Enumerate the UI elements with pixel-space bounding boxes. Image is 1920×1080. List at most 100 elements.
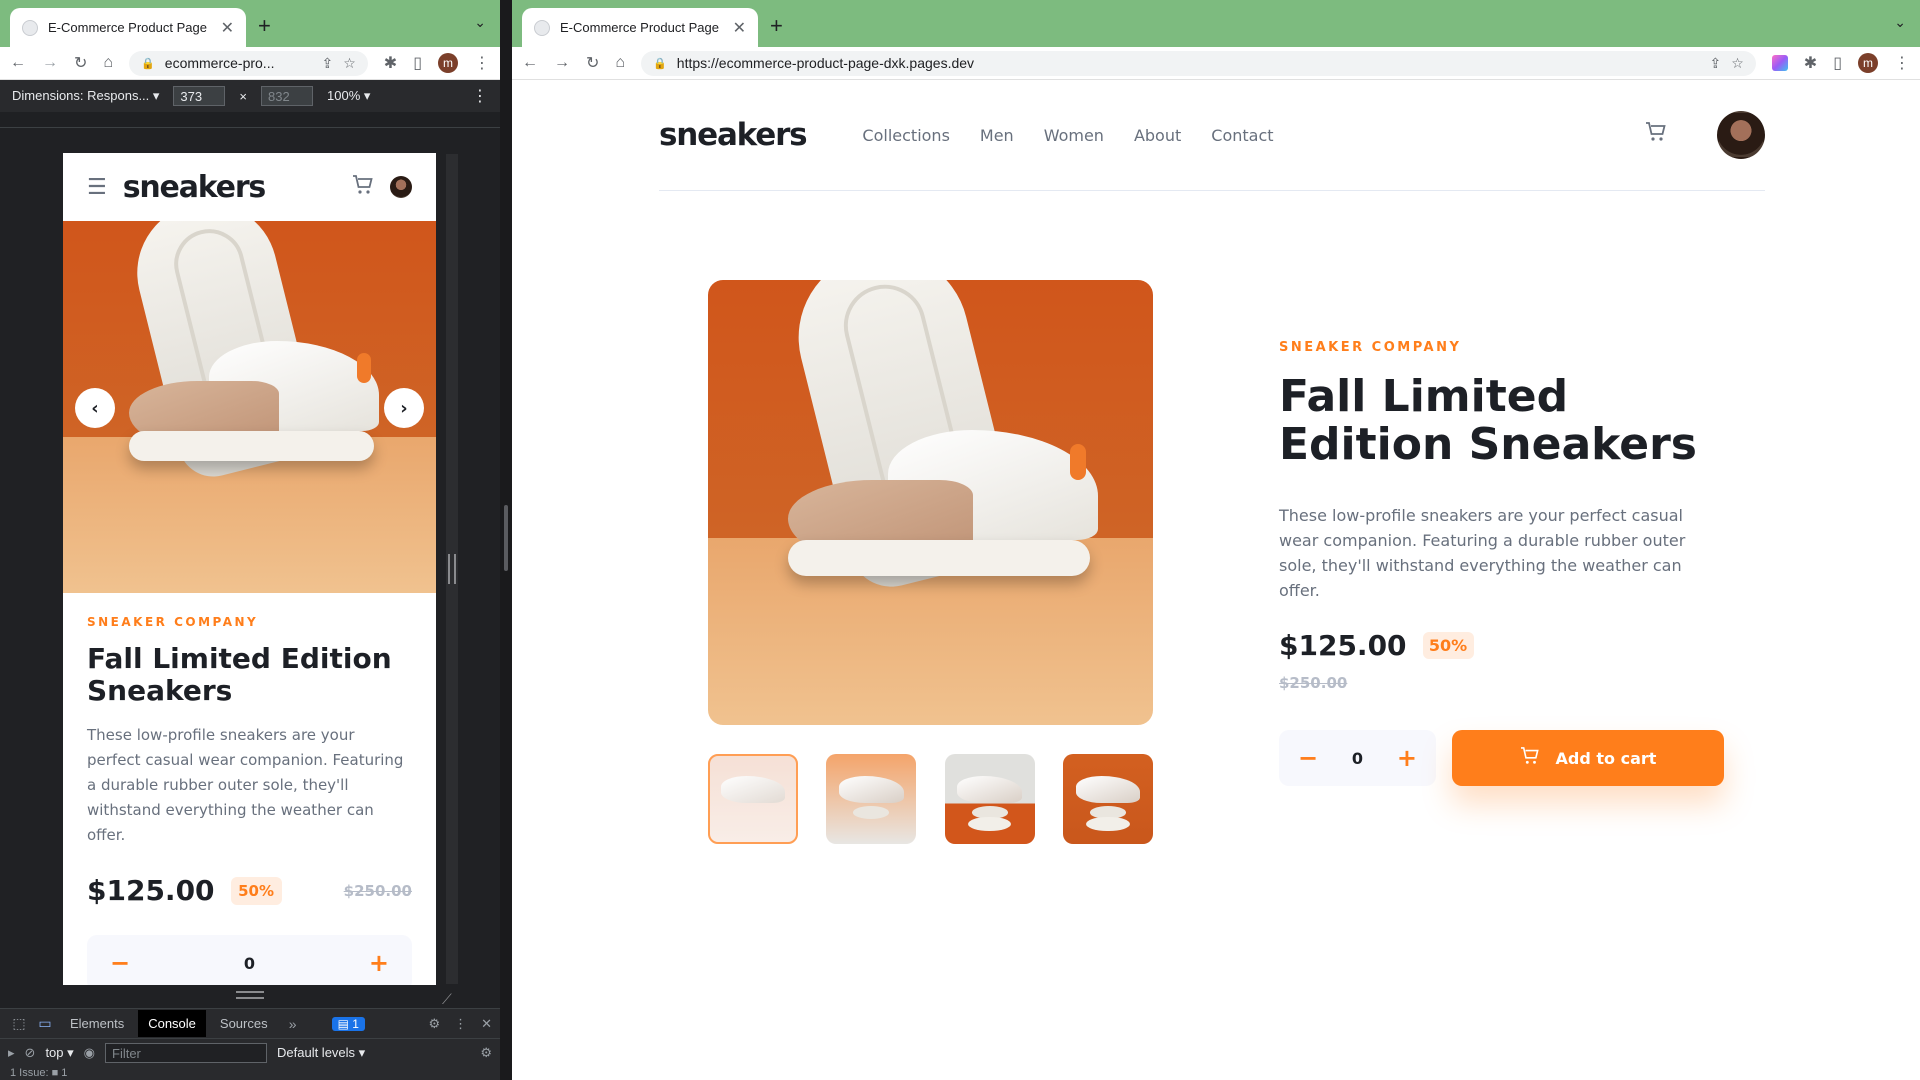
purchase-actions: − 0 + Add to cart xyxy=(1279,730,1724,786)
zoom-select[interactable]: 100% ▾ xyxy=(327,88,370,104)
profile-avatar[interactable]: m xyxy=(1858,53,1878,73)
quantity-stepper: − 0 + xyxy=(87,935,412,985)
corner-resize-handle[interactable]: ⟋ xyxy=(442,991,452,1008)
thumbnail-1[interactable] xyxy=(708,754,798,844)
more-tabs-icon[interactable]: » xyxy=(282,1016,304,1032)
forward-icon[interactable]: → xyxy=(42,54,58,72)
window-divider xyxy=(500,0,512,1080)
quantity-stepper: − 0 + xyxy=(1279,730,1436,786)
browser-tab[interactable]: E-Commerce Product Page ✕ xyxy=(10,8,246,47)
nav-about[interactable]: About xyxy=(1134,126,1181,145)
inspect-element-icon[interactable]: ⬚ xyxy=(8,1015,30,1032)
width-input[interactable]: 373 xyxy=(173,86,226,106)
address-bar[interactable]: 🔒 ecommerce-pro... ⇪ ☆ xyxy=(129,50,368,76)
close-tab-icon[interactable]: ✕ xyxy=(733,18,746,38)
devtools-panel: ⬚ ▭ Elements Console Sources » ▤ 1 ⚙ ⋮ ✕… xyxy=(0,1008,500,1080)
clear-console-icon[interactable]: ⊘ xyxy=(25,1045,36,1061)
decrease-quantity-button[interactable]: − xyxy=(95,949,145,977)
product-main-image[interactable] xyxy=(708,280,1153,725)
console-settings-icon[interactable]: ⚙ xyxy=(480,1045,492,1061)
increase-quantity-button[interactable]: + xyxy=(1382,744,1432,772)
media-query-ruler xyxy=(0,112,500,128)
divider-grip[interactable] xyxy=(504,505,508,571)
device-toggle-icon[interactable]: ▭ xyxy=(34,1015,56,1032)
profile-avatar[interactable]: m xyxy=(438,53,458,73)
tab-sources[interactable]: Sources xyxy=(210,1010,278,1037)
nav-collections[interactable]: Collections xyxy=(862,126,949,145)
decrease-quantity-button[interactable]: − xyxy=(1283,744,1333,772)
thumbnail-3[interactable] xyxy=(944,754,1035,844)
favicon-icon xyxy=(534,19,550,36)
chevron-left-icon: ‹ xyxy=(91,397,99,419)
cart-icon[interactable] xyxy=(1645,122,1667,148)
extensions-icon[interactable]: ✱ xyxy=(1804,53,1817,73)
reload-icon[interactable]: ↻ xyxy=(586,53,599,73)
mobile-product-info: SNEAKER COMPANY Fall Limited Edition Sne… xyxy=(63,593,436,985)
increase-quantity-button[interactable]: + xyxy=(354,949,404,977)
messages-badge[interactable]: ▤ 1 xyxy=(331,1016,365,1031)
tab-elements[interactable]: Elements xyxy=(60,1010,134,1037)
product-description: These low-profile sneakers are your perf… xyxy=(87,726,404,844)
nav-men[interactable]: Men xyxy=(980,126,1014,145)
side-panel-icon[interactable]: ▯ xyxy=(413,53,422,73)
thumbnail-4[interactable] xyxy=(1062,754,1153,844)
height-input[interactable]: 832 xyxy=(261,86,314,106)
home-icon[interactable]: ⌂ xyxy=(103,54,113,72)
forward-icon[interactable]: → xyxy=(554,54,570,72)
cart-icon[interactable] xyxy=(352,174,374,200)
back-icon[interactable]: ← xyxy=(10,54,26,72)
home-icon[interactable]: ⌂ xyxy=(615,54,625,72)
add-to-cart-button[interactable]: Add to cart xyxy=(1452,730,1724,786)
tab-strip: E-Commerce Product Page ✕ + ⌄ xyxy=(512,0,1920,47)
company-label: SNEAKER COMPANY xyxy=(1279,340,1462,355)
device-more-icon[interactable]: ⋮ xyxy=(472,86,488,106)
original-price: $250.00 xyxy=(343,881,412,900)
devtools-menu-icon[interactable]: ⋮ xyxy=(454,1016,467,1032)
bookmark-star-icon[interactable]: ☆ xyxy=(1731,55,1744,72)
tab-search-icon[interactable]: ⌄ xyxy=(1894,14,1906,31)
reload-icon[interactable]: ↻ xyxy=(74,53,87,73)
previous-image-button[interactable]: ‹ xyxy=(75,388,115,428)
thumbnail-2[interactable] xyxy=(826,754,917,844)
share-icon[interactable]: ⇪ xyxy=(1709,55,1721,72)
next-image-button[interactable]: › xyxy=(384,388,424,428)
browser-menu-icon[interactable]: ⋮ xyxy=(474,53,490,73)
close-tab-icon[interactable]: ✕ xyxy=(221,18,234,38)
bookmark-star-icon[interactable]: ☆ xyxy=(343,55,356,72)
viewport-scrollbar[interactable] xyxy=(446,154,458,984)
share-icon[interactable]: ⇪ xyxy=(321,55,333,72)
dimensions-label: Dimensions: Respons... xyxy=(12,88,150,103)
new-tab-icon[interactable]: + xyxy=(258,13,271,39)
menu-icon[interactable]: ☰ xyxy=(87,175,107,200)
sidebar-toggle-icon[interactable]: ▸ xyxy=(8,1045,15,1061)
browser-tab[interactable]: E-Commerce Product Page ✕ xyxy=(522,8,758,47)
context-select[interactable]: top ▾ xyxy=(45,1045,73,1061)
user-avatar[interactable] xyxy=(390,176,412,198)
eye-icon[interactable]: ◉ xyxy=(84,1045,95,1061)
new-tab-icon[interactable]: + xyxy=(770,13,783,39)
issues-indicator[interactable]: 1 Issue: ■ 1 xyxy=(0,1067,500,1079)
settings-gear-icon[interactable]: ⚙ xyxy=(428,1016,440,1032)
browser-menu-icon[interactable]: ⋮ xyxy=(1894,53,1910,73)
user-avatar[interactable] xyxy=(1717,111,1765,159)
bottom-resize-handle[interactable] xyxy=(236,991,264,999)
resize-handle[interactable] xyxy=(448,554,456,584)
extension-icon[interactable] xyxy=(1771,55,1788,71)
dimensions-select[interactable]: Dimensions: Respons... ▾ xyxy=(12,88,159,104)
browser-toolbar: ← → ↻ ⌂ 🔒 ecommerce-pro... ⇪ ☆ ✱ ▯ m ⋮ xyxy=(0,47,500,80)
nav-women[interactable]: Women xyxy=(1044,126,1104,145)
tab-console[interactable]: Console xyxy=(138,1010,206,1037)
address-bar[interactable]: 🔒 https://ecommerce-product-page-dxk.pag… xyxy=(641,50,1756,76)
mobile-product-page: ☰ sneakers ‹ › SNEAKER COMPANY Fall Limi… xyxy=(63,153,436,985)
back-icon[interactable]: ← xyxy=(522,54,538,72)
side-panel-icon[interactable]: ▯ xyxy=(1833,53,1842,73)
log-levels-select[interactable]: Default levels ▾ xyxy=(277,1045,365,1061)
console-filter-input[interactable]: Filter xyxy=(105,1043,267,1063)
nav-contact[interactable]: Contact xyxy=(1211,126,1273,145)
discount-badge: 50% xyxy=(230,876,282,905)
brand-logo[interactable]: sneakers xyxy=(123,170,336,205)
tab-search-icon[interactable]: ⌄ xyxy=(474,14,486,31)
close-devtools-icon[interactable]: ✕ xyxy=(481,1016,492,1032)
extensions-icon[interactable]: ✱ xyxy=(384,53,397,73)
brand-logo[interactable]: sneakers xyxy=(659,117,808,153)
